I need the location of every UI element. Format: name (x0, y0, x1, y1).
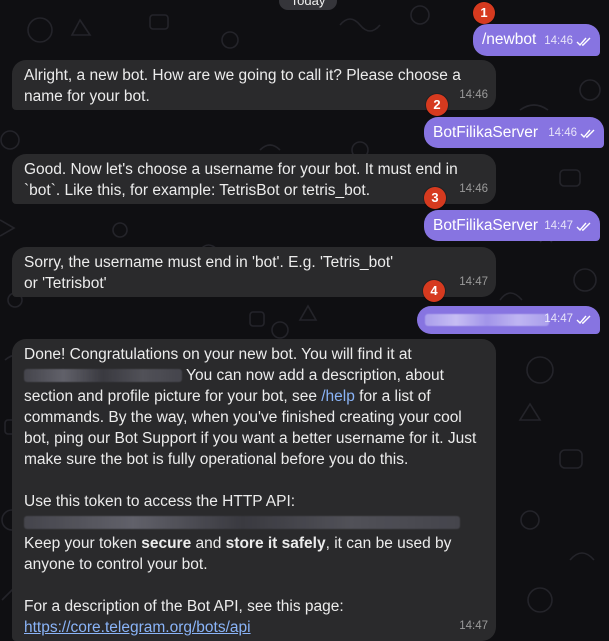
message-meta: 14:47 (459, 616, 488, 637)
annotation-badge: 4 (423, 280, 445, 302)
date-separator: Today (279, 0, 337, 10)
message-text: Good. Now let's choose a username for yo… (24, 161, 458, 199)
message-time: 14:47 (459, 620, 488, 632)
message-text: You can now add a description, about (186, 367, 444, 384)
message-meta: 14:46 (459, 179, 488, 200)
redacted-bot-link (24, 369, 182, 383)
bold-text: store it safely (225, 535, 326, 552)
message-time: 14:47 (459, 276, 488, 288)
redacted-token (24, 516, 460, 530)
bold-text: secure (141, 535, 192, 552)
help-command-link[interactable]: /help (321, 388, 355, 405)
message-line: You can now add a description, about (24, 365, 484, 386)
double-check-icon (576, 37, 591, 46)
message-line: Done! Congratulations on your new bot. Y… (24, 346, 412, 363)
double-check-icon (576, 315, 591, 324)
annotation-badge: 2 (426, 94, 448, 116)
message-text: section and profile picture for your bot… (24, 388, 322, 405)
double-check-icon (576, 222, 591, 231)
message-time: 14:47 (544, 313, 573, 325)
api-link-line: https://core.telegram.org/bots/api (24, 617, 484, 638)
message-paragraph: section and profile picture for your bot… (24, 386, 484, 470)
message-incoming[interactable]: Done! Congratulations on your new bot. Y… (12, 339, 496, 641)
message-meta: 14:46 (544, 31, 592, 52)
message-meta: 14:46 (548, 123, 596, 144)
message-time: 14:46 (548, 127, 577, 139)
api-intro: For a description of the Bot API, see th… (24, 598, 344, 615)
message-meta: 14:47 (459, 272, 488, 293)
message-outgoing[interactable]: BotFilikaServer 14:46 (424, 117, 604, 148)
message-meta: 14:47 (544, 309, 592, 330)
message-time: 14:47 (544, 220, 573, 232)
message-time: 14:46 (459, 183, 488, 195)
annotation-badge: 3 (424, 187, 446, 209)
message-text: BotFilikaServer (433, 217, 539, 234)
message-text: BotFilikaServer (433, 124, 539, 141)
message-outgoing[interactable]: /newbot 14:46 (473, 24, 600, 56)
message-text: Keep your token (24, 535, 142, 552)
token-intro: Use this token to access the HTTP API: (24, 493, 296, 510)
token-line (24, 512, 484, 533)
message-text: Sorry, the username must end in 'bot'. E… (24, 254, 394, 292)
annotation-badge: 1 (473, 2, 495, 24)
api-docs-link[interactable]: https://core.telegram.org/bots/api (24, 619, 251, 636)
message-time: 14:46 (544, 35, 573, 47)
message-outgoing[interactable]: BotFilikaServer 14:47 (424, 210, 600, 241)
message-meta: 14:47 (544, 216, 592, 237)
message-text: and (191, 535, 226, 552)
message-paragraph: Keep your token secure and store it safe… (24, 533, 484, 575)
message-outgoing[interactable]: 14:47 (417, 306, 600, 334)
message-meta: 14:46 (459, 85, 488, 106)
message-incoming[interactable]: Alright, a new bot. How are we going to … (12, 60, 496, 110)
message-text: /newbot (482, 31, 537, 48)
double-check-icon (580, 129, 595, 138)
message-time: 14:46 (459, 89, 488, 101)
redacted-text (425, 314, 549, 326)
message-text: Alright, a new bot. How are we going to … (24, 67, 461, 105)
